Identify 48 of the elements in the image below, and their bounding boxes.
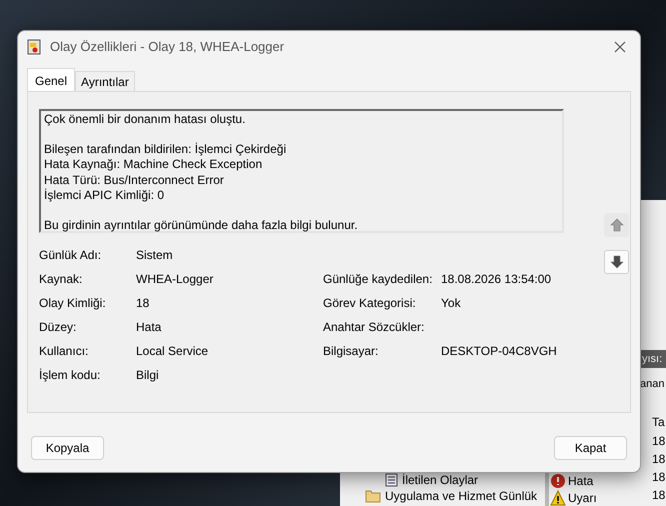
field-value: Sistem xyxy=(136,247,174,263)
field-label: Görev Kategorisi: xyxy=(323,295,417,311)
field-value: Local Service xyxy=(136,343,210,359)
level-item: Uyarı xyxy=(550,489,597,506)
description-text: Bu girdinin ayrıntılar görünümünde daha fazla bilgi bulunur. xyxy=(44,218,359,233)
field-label: Olay Kimliği: xyxy=(39,295,107,311)
field-label: Düzey: xyxy=(39,319,78,335)
tree-item[interactable]: Uygulama ve Hizmet Günlük xyxy=(365,488,538,504)
toolbar-text: anan xyxy=(640,377,664,392)
warning-icon xyxy=(550,490,566,506)
field-label: Kaynak: xyxy=(39,271,84,287)
description-text: Bileşen tarafından bildirilen: İşlemci Çekirdeği xyxy=(44,142,288,157)
title-bar: yısı: xyxy=(640,350,666,368)
field-label: Bilgisayar: xyxy=(323,343,380,359)
next-button[interactable] xyxy=(604,250,629,274)
field-value: 18 xyxy=(136,295,150,311)
field-value: Bilgi xyxy=(136,367,160,383)
event-log-icon xyxy=(26,39,42,55)
description-text: Çok önemli bir donanım hatası oluştu. xyxy=(44,112,246,128)
description-text: Hata Kaynağı: Machine Check Exception xyxy=(44,157,264,172)
level-item: Hata xyxy=(550,472,597,489)
field-value: Hata xyxy=(136,319,162,335)
close-icon xyxy=(614,41,626,53)
down-arrow-icon xyxy=(610,255,624,269)
description-text: İşlemci APIC Kimliği: 0 xyxy=(44,188,166,204)
date-cell-text: 18 xyxy=(652,433,666,450)
dialog-button[interactable]: Kapat xyxy=(554,436,627,460)
date-cell-text: 18 xyxy=(652,469,666,486)
tab[interactable]: Genel xyxy=(27,68,76,92)
field-label: Günlük Adı: xyxy=(39,247,102,263)
date-cell-text: 18 xyxy=(652,451,666,468)
field-label: İşlem kodu: xyxy=(39,367,102,383)
dialog-button[interactable]: Kopyala xyxy=(31,436,104,460)
column-header: Ta xyxy=(652,414,665,431)
tab[interactable]: Ayrıntılar xyxy=(75,71,135,91)
date-cell-text: 18 xyxy=(652,487,666,504)
up-arrow-icon xyxy=(610,218,624,232)
field-value: WHEA-Logger xyxy=(136,271,214,287)
field-label: Anahtar Sözcükler: xyxy=(323,319,426,335)
description-text: Hata Türü: Bus/Interconnect Error xyxy=(44,172,225,188)
window-title: Olay Özellikleri - Olay 18, WHEA-Logger xyxy=(50,38,284,56)
field-value: Yok xyxy=(441,295,462,311)
folder-icon xyxy=(365,489,381,503)
tree-item[interactable]: İletilen Olaylar xyxy=(385,472,538,488)
field-label: Günlüğe kaydedilen: xyxy=(323,271,434,287)
field-label: Kullanıcı: xyxy=(39,343,90,359)
field-value: DESKTOP-04C8VGH xyxy=(441,343,558,359)
field-value: 18.08.2026 13:54:00 xyxy=(441,271,552,287)
